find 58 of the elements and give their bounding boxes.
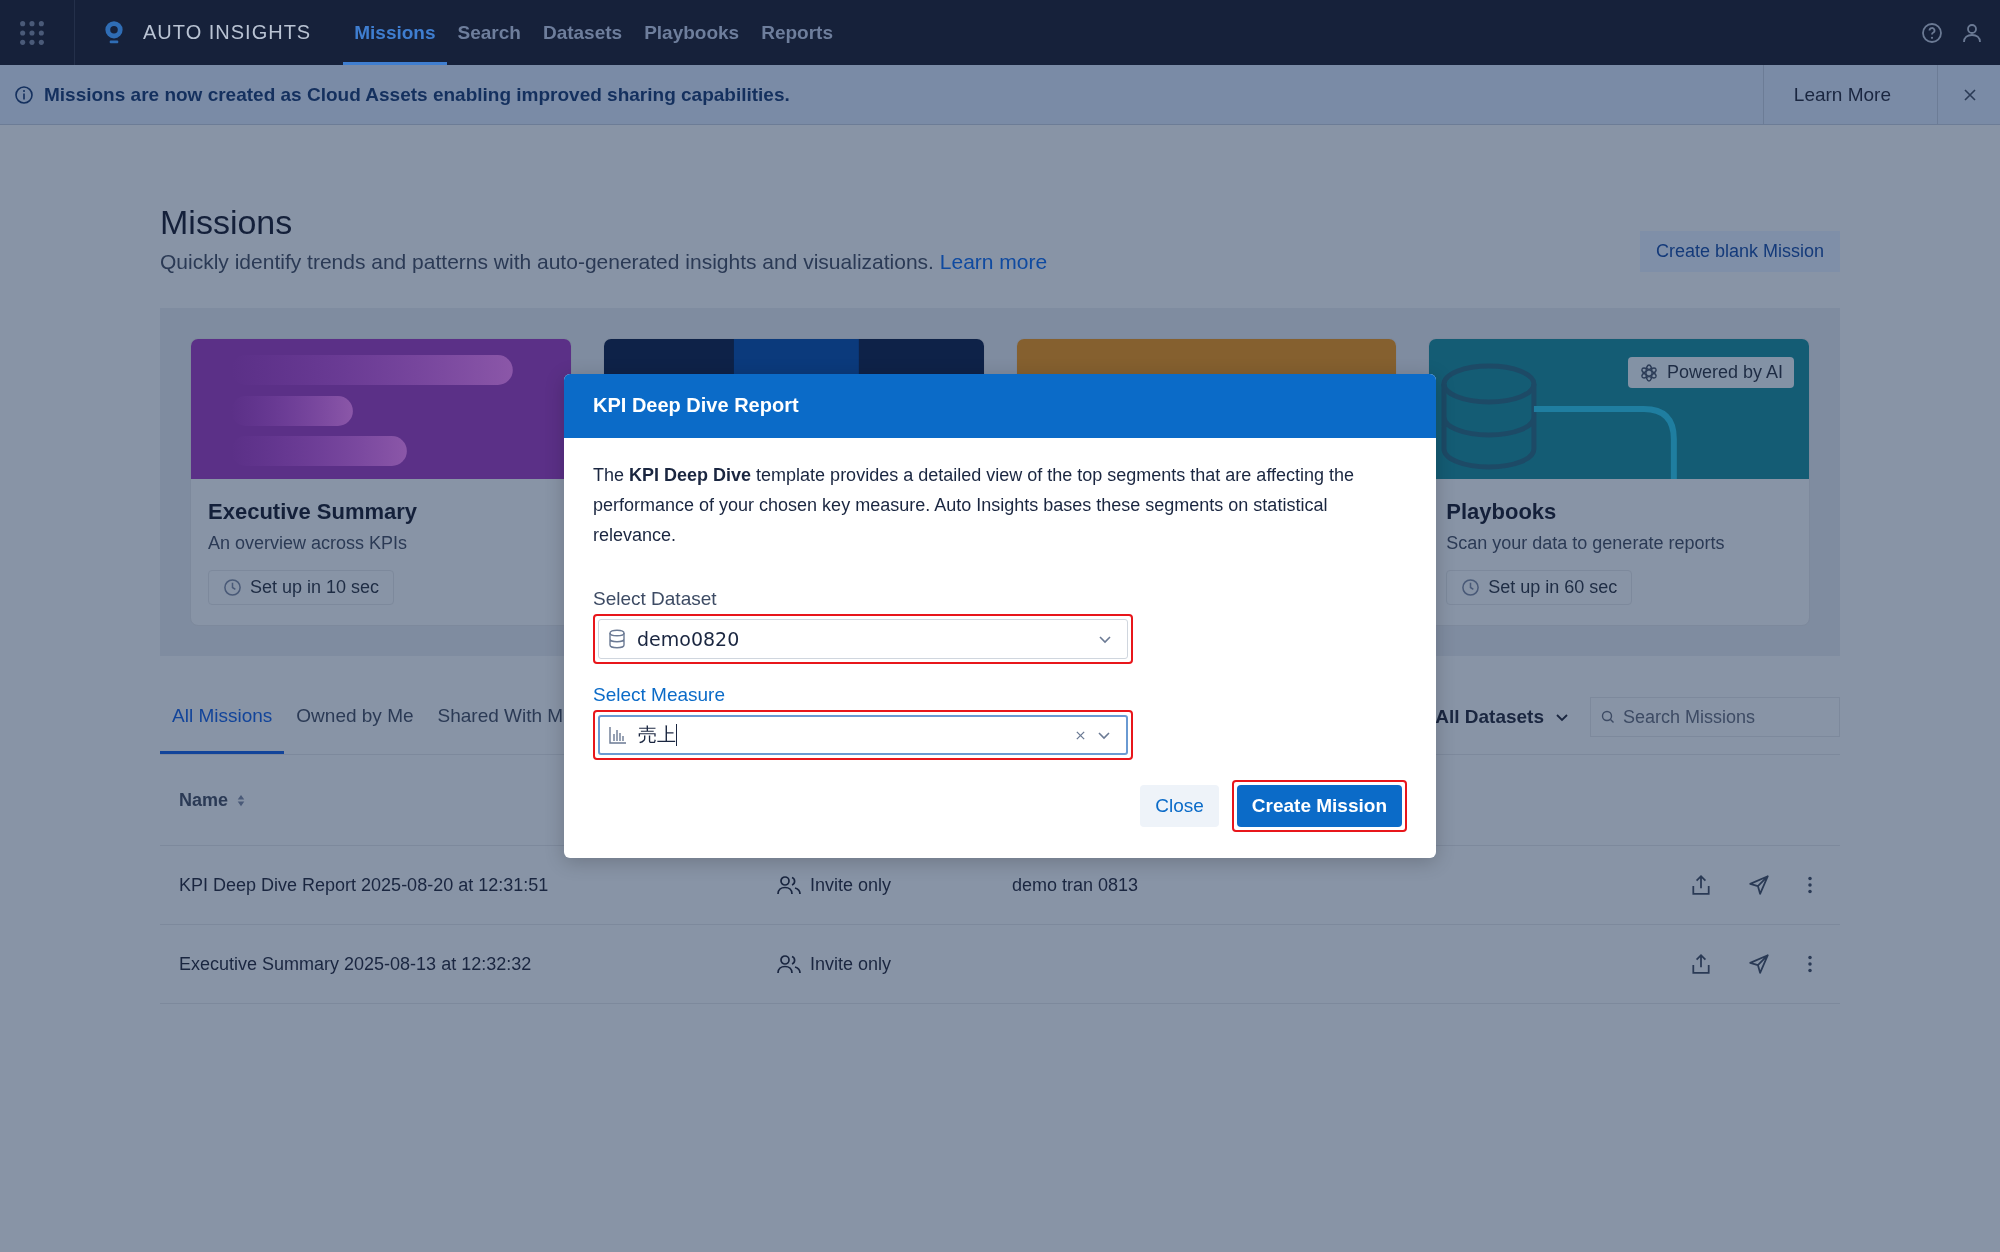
card-description: Scan your data to generate reports <box>1446 533 1726 554</box>
dialog-title: KPI Deep Dive Report <box>564 374 1436 438</box>
clear-icon[interactable] <box>1075 729 1086 741</box>
card-description: An overview across KPIs <box>208 533 409 554</box>
field-label: Select Measure <box>593 684 726 706</box>
more-options-icon[interactable] <box>1806 953 1814 975</box>
dataset-name: demo tran 0813 <box>1012 874 1139 896</box>
mission-name[interactable]: Executive Summary 2025-08-13 at 12:32:32 <box>179 953 609 975</box>
banner-message: Missions are now created as Cloud Assets enabling improved sharing capabilities. <box>44 83 790 106</box>
bar-chart-icon <box>608 725 628 745</box>
sharing-status: Invite only <box>810 874 892 896</box>
learn-more-button[interactable]: Learn More <box>1762 65 1938 124</box>
close-icon[interactable] <box>1962 86 1978 103</box>
create-mission-button[interactable]: Create Mission <box>1236 785 1402 827</box>
filter-tab[interactable]: All Missions <box>160 680 285 754</box>
create-blank-mission-button[interactable]: Create blank Mission <box>1639 231 1840 272</box>
dialog-description: The KPI Deep Dive template provides a detailed view of the top segments that are affecting the performance of your chosen key measure. Auto Insights bases these segments on statistical relevance. <box>593 464 1356 547</box>
close-button[interactable]: Close <box>1140 785 1219 827</box>
info-icon <box>14 84 34 105</box>
sharing-status: Invite only <box>810 953 892 975</box>
select-field[interactable]: 売上 <box>598 715 1128 755</box>
nav-tab[interactable]: Reports <box>750 0 844 65</box>
template-card[interactable]: Powered by AI Playbooks Scan your data to generate reports Set up in 60 sec <box>1428 338 1810 626</box>
column-header[interactable]: Name <box>179 789 229 811</box>
setup-time-text: Set up in 10 sec <box>250 577 380 598</box>
more-options-icon[interactable] <box>1806 874 1814 896</box>
clock-icon <box>1461 578 1481 597</box>
nav-tab[interactable]: Search <box>446 0 532 65</box>
users-icon <box>776 953 802 975</box>
clock-icon <box>223 578 242 597</box>
template-card[interactable]: Executive Summary An overview across KPIs Set up in 10 sec <box>190 338 572 626</box>
search-field[interactable]: Search Missions <box>1590 697 1840 737</box>
select-value: demo0820 <box>637 628 740 650</box>
badge-text: Powered by AI <box>1666 362 1783 383</box>
apps-grid-icon[interactable] <box>18 18 46 47</box>
send-icon[interactable] <box>1748 874 1770 896</box>
mission-name[interactable]: KPI Deep Dive Report 2025-08-20 at 12:31:51 <box>179 874 609 896</box>
card-title: Playbooks <box>1446 499 1558 525</box>
nav-tab[interactable]: Playbooks <box>633 0 751 65</box>
page-subtitle: Quickly identify trends and patterns with auto-generated insights and visualizations. Learn more <box>160 250 1048 274</box>
upload-icon[interactable] <box>1690 953 1712 975</box>
nav-tab[interactable]: Datasets <box>531 0 634 65</box>
select-field[interactable]: demo0820 <box>598 619 1128 659</box>
field-label: Select Dataset <box>593 588 718 610</box>
upload-icon[interactable] <box>1690 874 1712 896</box>
page-title: Missions <box>160 203 294 242</box>
help-icon[interactable] <box>1920 20 1944 45</box>
learn-more-link[interactable]: Learn more <box>939 250 1048 273</box>
setup-time-text: Set up in 60 sec <box>1488 577 1618 598</box>
dataset-filter-dropdown[interactable]: All Datasets <box>1429 706 1576 728</box>
select-value: 売上 <box>638 722 676 747</box>
database-icon <box>607 629 627 649</box>
card-title: Executive Summary <box>208 499 419 525</box>
send-icon[interactable] <box>1748 953 1770 975</box>
app-title: AUTO INSIGHTS <box>143 21 312 44</box>
search-icon <box>1600 709 1616 725</box>
filter-tab[interactable]: Owned by Me <box>284 680 426 754</box>
users-icon <box>776 874 802 896</box>
